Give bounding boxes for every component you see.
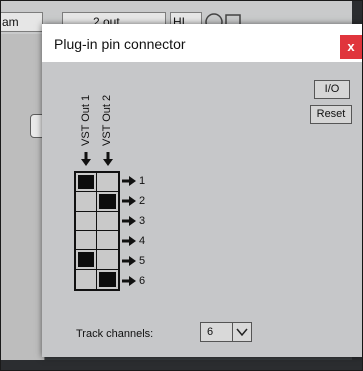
track-channels-value: 6	[207, 326, 214, 338]
pin-cell[interactable]	[76, 250, 97, 270]
output-pin-row: 5	[122, 251, 145, 271]
output-pin-label: 6	[139, 275, 146, 287]
pin-matrix	[74, 171, 120, 291]
pin-cell[interactable]	[76, 173, 97, 193]
dialog-titlebar[interactable]: Plug-in pin connector x	[42, 24, 362, 62]
right-arrow-icon	[122, 256, 136, 266]
input-pin-label-1: VST Out 1	[80, 94, 92, 146]
pin-cell[interactable]	[97, 192, 118, 212]
output-pin-label: 1	[139, 175, 146, 187]
output-pin-row: 4	[122, 231, 145, 251]
select-divider	[232, 323, 233, 341]
pin-cell[interactable]	[97, 250, 118, 270]
output-pin-label: 5	[139, 255, 146, 267]
output-pin-row: 3	[122, 211, 145, 231]
pin-cell[interactable]	[76, 211, 97, 231]
output-pin-label: 4	[139, 235, 146, 247]
pin-cell[interactable]	[76, 269, 97, 289]
pin-cell[interactable]	[97, 269, 118, 289]
output-pin-label: 3	[139, 215, 146, 227]
right-arrow-icon	[122, 216, 136, 226]
right-arrow-icon	[122, 196, 136, 206]
output-pin-row: 2	[122, 191, 145, 211]
pin-cell[interactable]	[97, 211, 118, 231]
dialog-title: Plug-in pin connector	[54, 36, 186, 52]
io-button-label: I/O	[324, 83, 340, 95]
chevron-down-icon	[236, 328, 248, 337]
right-arrow-icon	[122, 176, 136, 186]
pin-cell[interactable]	[76, 231, 97, 251]
reset-button[interactable]: Reset	[310, 105, 352, 124]
io-button[interactable]: I/O	[314, 80, 350, 99]
track-channels-select[interactable]: 6	[200, 322, 252, 342]
output-pin-row: 6	[122, 271, 145, 291]
right-arrow-icon	[122, 276, 136, 286]
pin-cell[interactable]	[97, 231, 118, 251]
reset-button-label: Reset	[316, 108, 346, 120]
pin-cell[interactable]	[76, 192, 97, 212]
close-icon: x	[347, 39, 355, 54]
pin-cell[interactable]	[97, 173, 118, 193]
pin-connector-dialog: Plug-in pin connector x I/O Reset VST Ou…	[42, 24, 362, 357]
input-pin-label-2: VST Out 2	[101, 94, 113, 146]
right-arrow-icon	[122, 236, 136, 246]
down-arrow-icon	[81, 152, 91, 166]
close-button[interactable]: x	[340, 35, 362, 59]
output-pin-label: 2	[139, 195, 146, 207]
down-arrow-icon	[103, 152, 113, 166]
output-pin-row: 1	[122, 171, 145, 191]
track-channels-label: Track channels:	[76, 328, 154, 340]
